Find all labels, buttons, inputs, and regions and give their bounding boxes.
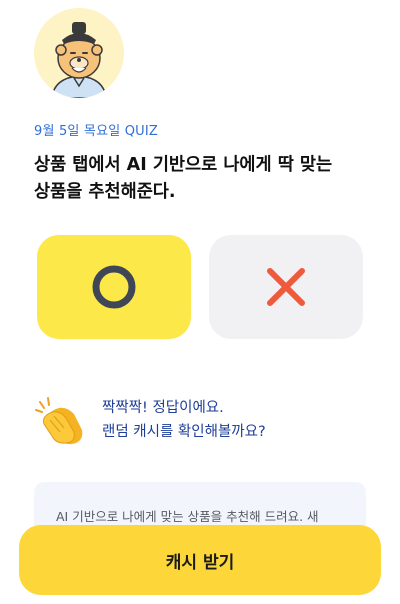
clapping-hands-icon bbox=[35, 397, 83, 445]
answer-o-button[interactable] bbox=[37, 235, 191, 339]
question-line-1: 상품 탭에서 AI 기반으로 나에게 딱 맞는 bbox=[34, 155, 333, 175]
answer-feedback: 짝짝짝! 정답이에요. 랜덤 캐시를 확인해볼까요? bbox=[34, 392, 364, 452]
quiz-page: 9월 5일 목요일 QUIZ 상품 탭에서 AI 기반으로 나에게 딱 맞는 상… bbox=[0, 0, 400, 604]
character-avatar bbox=[34, 8, 124, 98]
circle-o-icon bbox=[92, 265, 136, 309]
explanation-text: AI 기반으로 나에게 맞는 상품을 추천해 드려요. 새 bbox=[56, 509, 319, 524]
feedback-line-2: 랜덤 캐시를 확인해볼까요? bbox=[102, 424, 266, 440]
feedback-text: 짝짝짝! 정답이에요. 랜덤 캐시를 확인해볼까요? bbox=[102, 396, 266, 444]
feedback-line-1: 짝짝짝! 정답이에요. bbox=[102, 400, 224, 416]
character-illustration bbox=[34, 8, 124, 98]
quiz-date-label: 9월 5일 목요일 QUIZ bbox=[34, 124, 159, 139]
get-cash-button[interactable]: 캐시 받기 bbox=[19, 525, 381, 595]
cross-x-icon bbox=[267, 268, 305, 306]
quiz-question: 상품 탭에서 AI 기반으로 나에게 딱 맞는 상품을 추천해준다. bbox=[34, 152, 374, 206]
question-line-2: 상품을 추천해준다. bbox=[34, 182, 176, 202]
get-cash-button-label: 캐시 받기 bbox=[165, 552, 235, 573]
answer-x-button[interactable] bbox=[209, 235, 363, 339]
